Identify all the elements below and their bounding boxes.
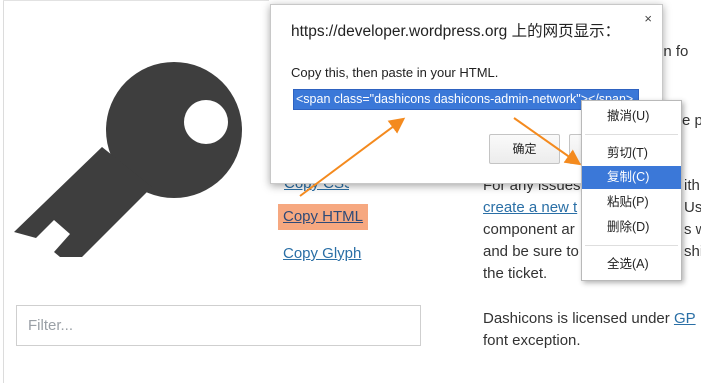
menu-item-paste[interactable]: 粘贴(P) xyxy=(582,191,681,214)
ok-button[interactable]: 确定 xyxy=(489,134,560,164)
context-menu: 撤消(U) 剪切(T) 复制(C) 粘贴(P) 删除(D) 全选(A) xyxy=(581,100,682,281)
menu-item-select-all[interactable]: 全选(A) xyxy=(582,253,681,276)
close-icon[interactable]: × xyxy=(644,11,652,26)
copy-html-link[interactable]: Copy HTML xyxy=(278,204,368,230)
filter-input[interactable] xyxy=(16,305,421,346)
copy-glyph-link[interactable]: Copy Glyph xyxy=(283,245,361,262)
admin-network-key-icon xyxy=(14,62,242,257)
ticket-text: the ticket. xyxy=(483,265,548,282)
menu-divider xyxy=(585,245,678,246)
component-text: component ar xyxy=(483,221,575,238)
sure-text: and be sure to xyxy=(483,243,579,260)
menu-item-cut[interactable]: 剪切(T) xyxy=(582,142,681,165)
page-frame-top xyxy=(3,0,269,1)
use-text: Use xyxy=(684,199,701,216)
component-tail-text: s w xyxy=(684,221,701,238)
font-exception-text: font exception. xyxy=(483,332,581,349)
dialog-message: Copy this, then paste in your HTML. xyxy=(291,65,499,80)
description-text-2: e p xyxy=(682,112,701,129)
menu-divider xyxy=(585,134,678,135)
menu-item-delete[interactable]: 删除(D) xyxy=(582,216,681,239)
menu-item-copy[interactable]: 复制(C) xyxy=(582,166,681,189)
menu-item-undo[interactable]: 撤消(U) xyxy=(582,105,681,128)
license-text: Dashicons is licensed under GP xyxy=(483,310,696,327)
issues-with-text: ith xyxy=(684,177,700,194)
license-label: Dashicons is licensed under xyxy=(483,310,674,327)
create-ticket-link[interactable]: create a new t xyxy=(483,199,577,216)
dialog-title: https://developer.wordpress.org 上的网页显示： xyxy=(291,23,621,40)
gpl-link[interactable]: GP xyxy=(674,310,696,327)
sure-tail-text: shico xyxy=(684,243,701,260)
page-frame-left xyxy=(3,0,4,383)
